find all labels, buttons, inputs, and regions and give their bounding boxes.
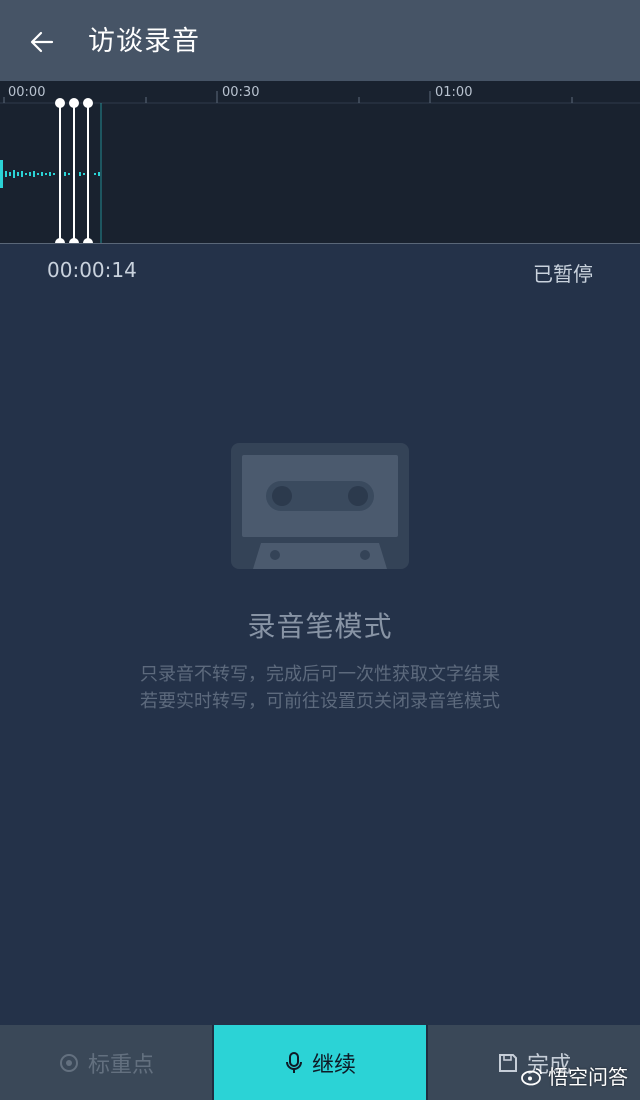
mode-title: 录音笔模式 bbox=[247, 610, 393, 643]
app-bar: 访谈录音 bbox=[0, 0, 640, 81]
arrow-left-icon bbox=[30, 31, 54, 53]
tick-label: 00:30 bbox=[222, 85, 260, 100]
page-title: 访谈录音 bbox=[88, 26, 200, 57]
save-icon bbox=[497, 1052, 519, 1074]
divider bbox=[0, 243, 640, 244]
continue-button[interactable]: 继续 bbox=[214, 1025, 426, 1100]
elapsed-time: 00:00:14 bbox=[47, 258, 137, 282]
cassette-tape-icon bbox=[231, 443, 409, 569]
tick-label: 00:00 bbox=[8, 85, 46, 100]
mode-description-line-2: 若要实时转写，可前往设置页关闭录音笔模式 bbox=[140, 691, 500, 712]
watermark: 悟空问答 bbox=[520, 1061, 628, 1090]
recording-status: 已暂停 bbox=[533, 262, 593, 286]
target-icon bbox=[58, 1052, 80, 1074]
waveform-timeline[interactable]: 00:00 00:30 01:00 bbox=[0, 81, 640, 244]
tick-label: 01:00 bbox=[435, 85, 473, 100]
mark-key-point-label: 标重点 bbox=[87, 1052, 154, 1078]
mark-key-point-button[interactable]: 标重点 bbox=[0, 1025, 212, 1100]
bottom-action-bar: 标重点 继续 完成 悟空问答 bbox=[0, 1025, 640, 1100]
microphone-icon bbox=[284, 1051, 304, 1075]
mode-description-line-1: 只录音不转写，完成后可一次性获取文字结果 bbox=[140, 664, 500, 685]
watermark-text: 悟空问答 bbox=[548, 1065, 628, 1089]
waveform-canvas bbox=[0, 91, 640, 244]
weibo-logo-icon bbox=[521, 1067, 542, 1085]
continue-label: 继续 bbox=[311, 1052, 356, 1078]
mark-handles[interactable] bbox=[55, 98, 93, 244]
back-button[interactable] bbox=[22, 22, 62, 62]
